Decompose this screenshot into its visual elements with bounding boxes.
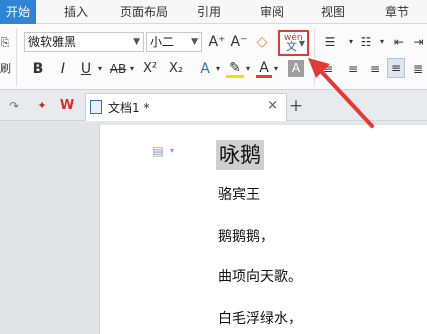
wps-writer-window: 开始 插入 页面布局 引用 审阅 视图 章节 ⎘ 刷 微软雅黑 ▼ 小二 ▼ A… (0, 0, 427, 334)
annotation-arrow (308, 58, 374, 128)
